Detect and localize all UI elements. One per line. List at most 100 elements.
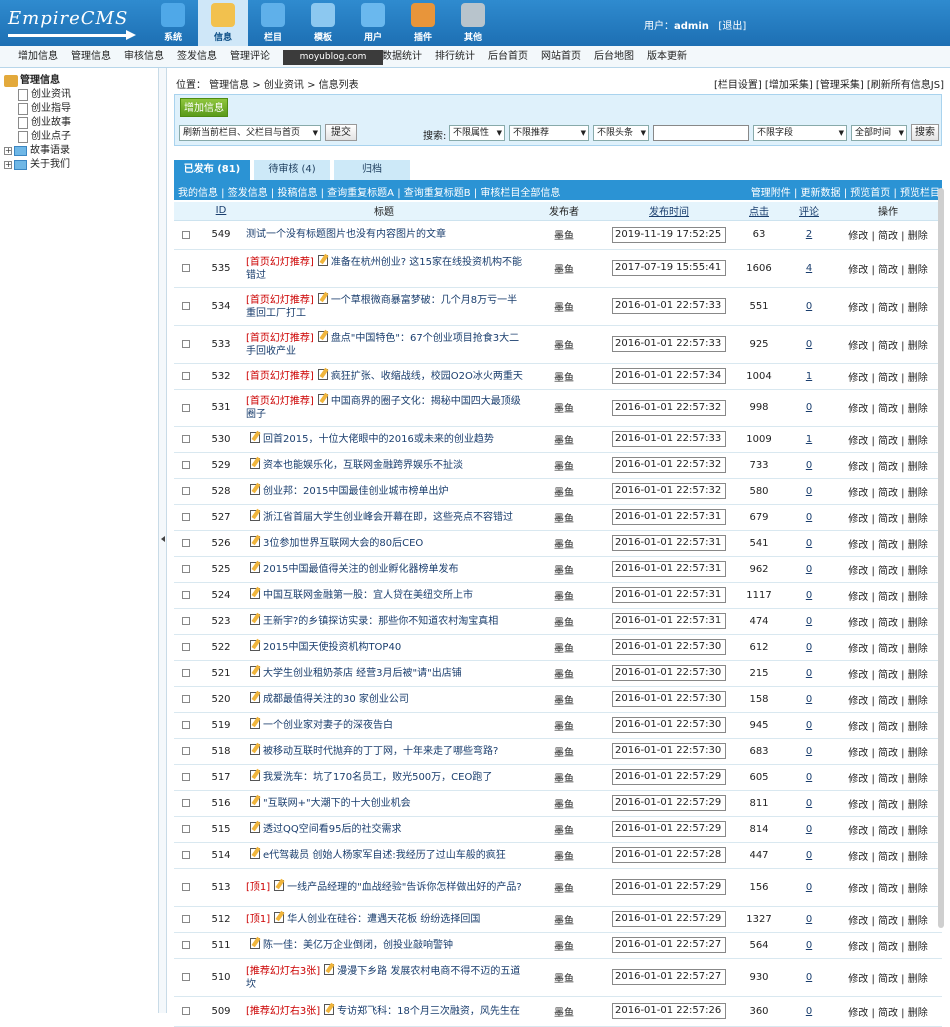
row-ops[interactable]: 修改 | 简改 | 删除 [834, 712, 942, 739]
row-comments-link[interactable]: 0 [806, 460, 812, 471]
row-title-link[interactable]: e代驾裁员 创始人杨家军自述:我经历了过山车般的疯狂 [263, 850, 506, 861]
row-title-link[interactable]: "互联网+"大潮下的十大创业机会 [263, 798, 411, 809]
row-date-input[interactable]: 2017-07-19 15:55:41 [612, 260, 726, 276]
row-checkbox[interactable] [182, 591, 190, 599]
main-nav-item-4[interactable]: 用户 [348, 0, 398, 46]
row-title-link[interactable]: 疯狂扩张、收缩战线，校园O2O冰火两重天 [331, 371, 523, 382]
row-ops[interactable]: 修改 | 简改 | 删除 [834, 816, 942, 843]
filter-attr-select[interactable]: 不限属性 [449, 125, 505, 141]
toolbar-right-links[interactable]: 管理附件 | 更新数据 | 预览首页 | 预览栏目 [751, 184, 940, 199]
sub-nav-item-1[interactable]: 管理信息 [71, 46, 118, 67]
main-nav-item-2[interactable]: 栏目 [248, 0, 298, 46]
row-ops[interactable]: 修改 | 简改 | 删除 [834, 220, 942, 250]
tree-item-1[interactable]: 创业指导 [4, 102, 158, 116]
row-ops[interactable]: 修改 | 简改 | 删除 [834, 958, 942, 997]
row-title-link[interactable]: 2015中国天使投资机构TOP40 [263, 642, 401, 653]
row-comments-link[interactable]: 0 [806, 301, 812, 312]
row-tag[interactable]: [首页幻灯推荐] [246, 257, 314, 268]
row-checkbox[interactable] [182, 617, 190, 625]
row-comments-link[interactable]: 1 [806, 434, 812, 445]
row-comments-link[interactable]: 0 [806, 746, 812, 757]
row-comments-link[interactable]: 0 [806, 824, 812, 835]
row-comments-link[interactable]: 0 [806, 914, 812, 925]
row-date-input[interactable]: 2016-01-01 22:57:31 [612, 561, 726, 577]
row-title-link[interactable]: 王新宇?的乡镇探访实录：那些你不知道农村淘宝真相 [263, 616, 498, 627]
row-date-input[interactable]: 2016-01-01 22:57:33 [612, 431, 726, 447]
main-nav-item-6[interactable]: 其他 [448, 0, 498, 46]
row-comments-link[interactable]: 1 [806, 371, 812, 382]
row-checkbox[interactable] [182, 721, 190, 729]
row-checkbox[interactable] [182, 372, 190, 380]
row-checkbox[interactable] [182, 565, 190, 573]
main-nav-item-1[interactable]: 信息 [198, 0, 248, 46]
row-title-link[interactable]: 中国互联网金融第一股：宜人贷在美纽交所上市 [263, 590, 473, 601]
row-checkbox[interactable] [182, 747, 190, 755]
row-ops[interactable]: 修改 | 简改 | 删除 [834, 906, 942, 933]
row-tag[interactable]: [首页幻灯推荐] [246, 371, 314, 382]
row-ops[interactable]: 修改 | 简改 | 删除 [834, 608, 942, 635]
toolbar-left-links[interactable]: 我的信息 | 签发信息 | 投稿信息 | 查询重复标题A | 查询重复标题B |… [178, 184, 560, 199]
row-checkbox[interactable] [182, 1007, 190, 1015]
logout-link[interactable]: [退出] [718, 21, 746, 32]
row-comments-link[interactable]: 0 [806, 940, 812, 951]
row-checkbox[interactable] [182, 695, 190, 703]
row-ops[interactable]: 修改 | 简改 | 删除 [834, 556, 942, 583]
tree-item-4[interactable]: + 故事语录 [4, 144, 158, 158]
row-comments-link[interactable]: 0 [806, 642, 812, 653]
tree-item-3[interactable]: 创业点子 [4, 130, 158, 144]
row-date-input[interactable]: 2016-01-01 22:57:29 [612, 911, 726, 927]
row-title-link[interactable]: 成都最值得关注的30 家创业公司 [263, 694, 409, 705]
row-comments-link[interactable]: 0 [806, 402, 812, 413]
row-comments-link[interactable]: 0 [806, 798, 812, 809]
row-checkbox[interactable] [182, 643, 190, 651]
sub-nav-item-12[interactable]: 版本更新 [647, 46, 694, 67]
row-checkbox[interactable] [182, 669, 190, 677]
top-links[interactable]: [栏目设置] [增加采集] [管理采集] [刷新所有信息JS] [714, 76, 944, 91]
main-nav-item-5[interactable]: 插件 [398, 0, 448, 46]
panel-splitter[interactable] [158, 68, 167, 1013]
row-date-input[interactable]: 2016-01-01 22:57:28 [612, 847, 726, 863]
row-comments-link[interactable]: 4 [806, 263, 812, 274]
row-date-input[interactable]: 2016-01-01 22:57:27 [612, 937, 726, 953]
row-date-input[interactable]: 2016-01-01 22:57:33 [612, 336, 726, 352]
row-checkbox[interactable] [182, 461, 190, 469]
row-date-input[interactable]: 2016-01-01 22:57:31 [612, 587, 726, 603]
row-comments-link[interactable]: 0 [806, 564, 812, 575]
row-checkbox[interactable] [182, 799, 190, 807]
row-ops[interactable]: 修改 | 简改 | 删除 [834, 582, 942, 609]
row-comments-link[interactable]: 0 [806, 616, 812, 627]
filter-time-select[interactable]: 全部时间 [851, 125, 907, 141]
tab-1[interactable]: 待审核 (4) [254, 160, 330, 180]
row-date-input[interactable]: 2019-11-19 17:52:25 [612, 226, 726, 243]
main-nav-item-3[interactable]: 模板 [298, 0, 348, 46]
sub-nav-item-4[interactable]: 管理评论 [230, 46, 277, 67]
row-title-link[interactable]: 3位参加世界互联网大会的80后CEO [263, 538, 423, 549]
row-ops[interactable]: 修改 | 简改 | 删除 [834, 634, 942, 661]
row-title-link[interactable]: 测试一个没有标题图片也没有内容图片的文章 [246, 229, 446, 240]
row-checkbox[interactable] [182, 851, 190, 859]
row-comments-link[interactable]: 0 [806, 339, 812, 350]
tree-root[interactable]: 管理信息 [4, 74, 158, 88]
row-checkbox[interactable] [182, 513, 190, 521]
row-ops[interactable]: 修改 | 简改 | 删除 [834, 932, 942, 959]
main-nav-item-0[interactable]: 系统 [148, 0, 198, 46]
row-comments-link[interactable]: 0 [806, 720, 812, 731]
expand-icon[interactable]: + [4, 161, 12, 169]
scrollbar[interactable] [938, 188, 944, 928]
row-tag[interactable]: [推荐幻灯右3张] [246, 966, 320, 977]
row-title-link[interactable]: 陈一佳：美亿万企业倒闭，创投业敲响警钟 [263, 940, 453, 951]
row-checkbox[interactable] [182, 340, 190, 348]
row-date-input[interactable]: 2016-01-01 22:57:32 [612, 399, 726, 416]
logo[interactable]: EmpireCMS [8, 8, 136, 40]
add-info-button[interactable]: 增加信息 [180, 98, 228, 117]
sub-nav-item-2[interactable]: 审核信息 [124, 46, 171, 67]
row-date-input[interactable]: 2016-01-01 22:57:32 [612, 457, 726, 473]
row-ops[interactable]: 修改 | 简改 | 删除 [834, 764, 942, 791]
row-comments-link[interactable]: 0 [806, 882, 812, 893]
row-date-input[interactable]: 2016-01-01 22:57:31 [612, 613, 726, 629]
refresh-select[interactable]: 刷新当前栏目、父栏目与首页 [179, 125, 321, 141]
tree-item-2[interactable]: 创业故事 [4, 116, 158, 130]
row-checkbox[interactable] [182, 487, 190, 495]
tab-2[interactable]: 归档 [334, 160, 410, 180]
tree-item-5[interactable]: + 关于我们 [4, 158, 158, 172]
